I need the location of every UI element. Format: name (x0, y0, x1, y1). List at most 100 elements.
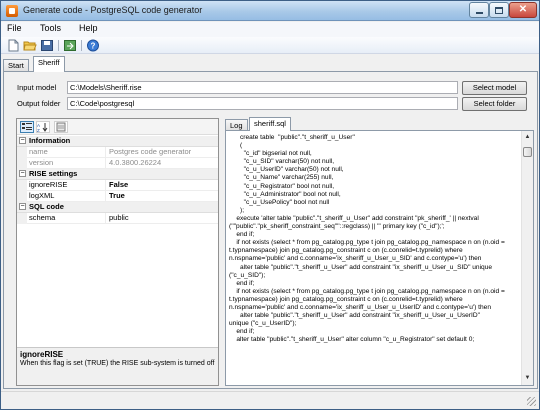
property-grid-rows: − Information name Postgres code generator… (17, 136, 218, 224)
code-line: "c_u_SID" varchar(50) not null, (229, 158, 335, 166)
property-key: ignoreRISE (29, 180, 68, 189)
categorized-view-icon[interactable] (20, 121, 34, 133)
property-key: version (29, 158, 54, 167)
code-line: ("c_u_SID"); (229, 271, 266, 279)
toolbar-separator (81, 40, 82, 51)
property-grid: AZ − Information name Postgres code genera… (16, 118, 219, 386)
category-label: RISE settings (29, 169, 78, 178)
minimize-icon (475, 11, 483, 14)
category-label: SQL code (29, 202, 64, 211)
app-window: Generate code - PostgreSQL code generato… (0, 0, 540, 410)
code-line: "c_u_Name" varchar(255) null, (229, 174, 334, 182)
code-line: execute 'alter table "public"."t_sheriff… (229, 214, 479, 222)
category-information[interactable]: − Information (17, 136, 218, 147)
collapse-icon[interactable]: − (19, 203, 26, 210)
category-label: Information (29, 136, 71, 145)
property-key: name (29, 147, 48, 156)
property-value[interactable]: public (105, 213, 217, 223)
scroll-up-icon[interactable]: ▲ (522, 132, 533, 143)
svg-text:Z: Z (37, 128, 40, 132)
property-value[interactable]: True (105, 191, 217, 201)
maximize-icon (495, 6, 503, 14)
code-text[interactable]: create table "public"."t_sheriff_u_User"… (229, 134, 519, 344)
open-folder-icon[interactable] (23, 39, 37, 52)
save-icon[interactable] (40, 39, 54, 52)
property-row-logxml[interactable]: logXML True (17, 191, 218, 202)
help-title: ignoreRISE (20, 350, 64, 359)
code-line: t.typnamespace) join pg_catalog.pg_const… (229, 295, 463, 303)
close-icon: ✕ (518, 4, 528, 15)
export-icon[interactable] (63, 39, 77, 52)
resize-grip-icon[interactable] (527, 397, 536, 406)
input-model-label: Input model (17, 83, 57, 92)
close-button[interactable]: ✕ (509, 2, 537, 18)
property-value: Postgres code generator (105, 147, 217, 157)
code-line: t.typnamespace) join pg_catalog.pg_const… (229, 247, 463, 255)
code-line: unique ("c_u_UserID"); (229, 320, 297, 328)
code-line: "c_id" bigserial not null, (229, 150, 312, 158)
code-line: "c_u_Registrator" bool not null, (229, 182, 335, 190)
property-key: schema (29, 213, 56, 222)
toolbar: ? (1, 37, 539, 54)
code-line: alter table "public"."t_sheriff_u_User" … (229, 263, 493, 271)
vertical-scrollbar[interactable]: ▲ ▼ (521, 131, 533, 385)
code-line: create table "public"."t_sheriff_u_User" (229, 134, 355, 141)
menu-help[interactable]: Help (79, 23, 98, 33)
app-icon (6, 5, 18, 17)
title-bar[interactable]: Generate code - PostgreSQL code generato… (1, 1, 539, 21)
code-line: "c_u_UserID" varchar(50) not null, (229, 166, 344, 174)
toolbar-separator (58, 40, 59, 51)
scrollbar-thumb[interactable] (523, 147, 532, 157)
property-row-ignorerise[interactable]: ignoreRISE False (17, 180, 218, 191)
property-value[interactable]: False (105, 180, 217, 190)
category-sql-code[interactable]: − SQL code (17, 202, 218, 213)
code-line: n.nspname='public' and c.conname='ix_she… (229, 255, 482, 263)
alphabetical-sort-icon[interactable]: AZ (36, 121, 50, 133)
output-folder-field[interactable]: C:\Code\postgresql (67, 97, 458, 110)
help-description: When this flag is set (TRUE) the RISE su… (20, 360, 215, 367)
property-row-schema[interactable]: schema public (17, 213, 218, 224)
input-model-field[interactable]: C:\Models\Sheriff.rise (67, 81, 458, 94)
maximize-button[interactable] (489, 2, 509, 18)
code-line: "c_u_Administrator" bool not null, (229, 190, 341, 198)
output-folder-label: Output folder (17, 99, 61, 108)
collapse-icon[interactable]: − (19, 170, 26, 177)
menu-bar: File Tools Help (1, 22, 539, 37)
help-icon[interactable]: ? (86, 39, 100, 52)
code-line: n.nspname='public' and c.conname='ix_she… (229, 303, 491, 311)
new-file-icon[interactable] (6, 39, 20, 52)
category-rise-settings[interactable]: − RISE settings (17, 169, 218, 180)
code-line: "c_u_UsePolicy" bool not null (229, 198, 330, 206)
tab-sheriff[interactable]: Sheriff (33, 56, 65, 72)
select-folder-button[interactable]: Select folder (462, 97, 527, 111)
code-line: if not exists (select * from pg_catalog.… (229, 287, 505, 295)
code-line: alter table "public"."t_sheriff_u_User" … (229, 312, 480, 320)
property-value: 4.0.3800.26224 (105, 158, 217, 168)
status-bar (1, 391, 539, 409)
code-line: end if; (229, 231, 255, 239)
code-line: if not exists (select * from pg_catalog.… (229, 239, 505, 247)
editor-tabs: Log sheriff.sql (225, 117, 534, 131)
code-line: ); (229, 206, 245, 214)
code-line: alter table "public"."t_sheriff_u_User" … (229, 336, 475, 344)
select-model-button[interactable]: Select model (462, 81, 527, 95)
code-line: end if; (229, 328, 255, 336)
code-line: (''"public"."pk_sheriff_constraint_seq"'… (229, 223, 445, 231)
generator-panel: Input model C:\Models\Sheriff.rise Selec… (3, 71, 538, 389)
property-row-name[interactable]: name Postgres code generator (17, 147, 218, 158)
code-line: end if; (229, 279, 255, 287)
property-pages-icon[interactable] (54, 121, 68, 133)
tab-sheriff-sql[interactable]: sheriff.sql (249, 117, 291, 131)
code-editor[interactable]: create table "public"."t_sheriff_u_User"… (225, 130, 534, 386)
menu-tools[interactable]: Tools (40, 23, 61, 33)
property-key: logXML (29, 191, 55, 200)
minimize-button[interactable] (469, 2, 489, 18)
menu-file[interactable]: File (7, 23, 22, 33)
svg-text:?: ? (91, 42, 96, 51)
window-title: Generate code - PostgreSQL code generato… (23, 5, 203, 15)
property-row-version[interactable]: version 4.0.3800.26224 (17, 158, 218, 169)
scroll-down-icon[interactable]: ▼ (522, 373, 533, 384)
document-tabs: Start Sheriff (3, 56, 537, 72)
code-line: ( (229, 142, 243, 150)
collapse-icon[interactable]: − (19, 137, 26, 144)
